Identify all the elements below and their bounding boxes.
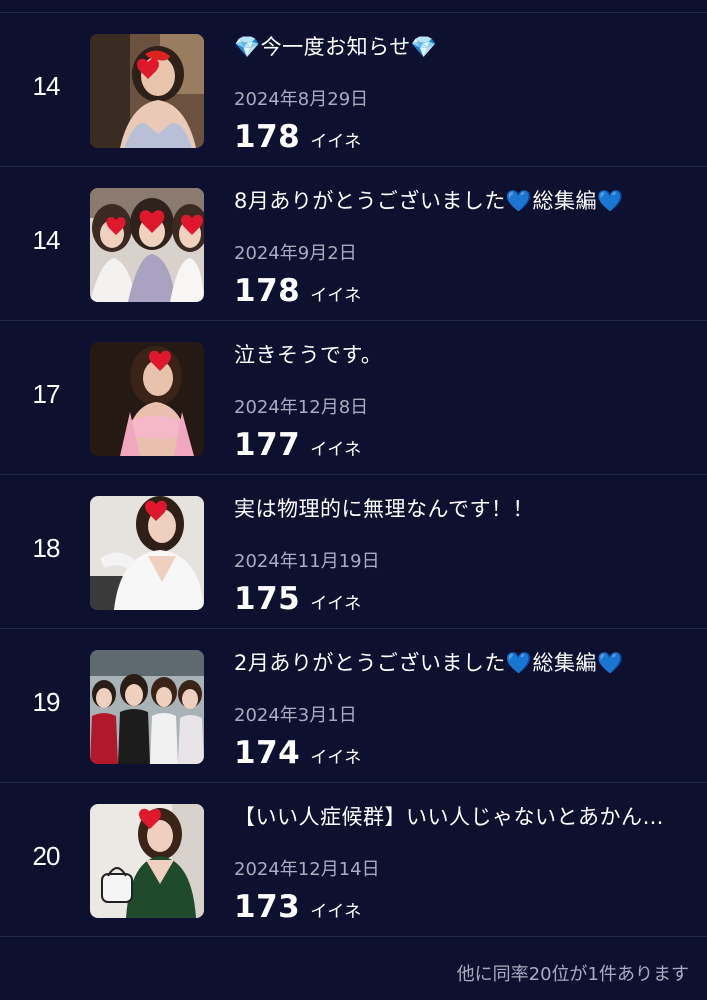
post-date: 2024年11月19日 (234, 551, 380, 572)
post-title[interactable]: 💎今一度お知らせ💎 (234, 31, 694, 61)
thumbnail-photo (90, 804, 204, 918)
post-date: 2024年3月1日 (234, 705, 357, 726)
thumbnail-photo (90, 188, 204, 302)
likes-unit: イイネ (310, 748, 362, 768)
post-title[interactable]: 2月ありがとうございました💙総集編💙 (234, 647, 694, 677)
tie-note: 他に同率20位が1件あります (456, 964, 689, 985)
ranking-row[interactable]: 17 泣きそうです。 2024年12月8日 177 イイネ (0, 321, 707, 475)
ranking-list: 14 💎今一度お知らせ💎 2024年8月29日 178 イイネ 14 8月ありが… (0, 13, 707, 937)
post-thumbnail[interactable] (90, 188, 204, 302)
ranking-row[interactable]: 20 【いい人症候群】いい人じゃないとあかん… 2024年12月14日 173 … (0, 783, 707, 937)
post-thumbnail[interactable] (90, 496, 204, 610)
post-title[interactable]: 泣きそうです。 (234, 339, 694, 369)
rank-number: 18 (32, 533, 61, 563)
likes-count: 175 (234, 581, 301, 617)
likes-count: 178 (234, 119, 301, 155)
likes: 173 イイネ (234, 889, 361, 925)
post-date: 2024年8月29日 (234, 89, 369, 110)
post-thumbnail[interactable] (90, 804, 204, 918)
post-date: 2024年9月2日 (234, 243, 357, 264)
thumbnail-photo (90, 496, 204, 610)
thumbnail-photo (90, 650, 204, 764)
post-title[interactable]: 8月ありがとうございました💙総集編💙 (234, 185, 694, 215)
post-title[interactable]: 【いい人症候群】いい人じゃないとあかん… (234, 801, 694, 831)
ranking-row[interactable]: 14 8月ありがとうございました💙総集編💙 2024年9月2日 178 イイネ (0, 167, 707, 321)
post-date: 2024年12月8日 (234, 397, 369, 418)
rank-number: 20 (32, 841, 61, 871)
post-date: 2024年12月14日 (234, 859, 380, 880)
thumbnail-photo (90, 342, 204, 456)
likes-count: 178 (234, 273, 301, 309)
rank-number: 14 (32, 225, 61, 255)
likes: 177 イイネ (234, 427, 361, 463)
post-thumbnail[interactable] (90, 342, 204, 456)
likes: 175 イイネ (234, 581, 361, 617)
post-thumbnail[interactable] (90, 650, 204, 764)
likes: 178 イイネ (234, 273, 361, 309)
rank-number: 19 (32, 687, 61, 717)
likes-count: 174 (234, 735, 301, 771)
likes: 178 イイネ (234, 119, 361, 155)
rank-number: 17 (32, 379, 61, 409)
post-title[interactable]: 実は物理的に無理なんです！！ (234, 493, 694, 523)
likes: 174 イイネ (234, 735, 361, 771)
ranking-row[interactable]: 14 💎今一度お知らせ💎 2024年8月29日 178 イイネ (0, 13, 707, 167)
likes-count: 173 (234, 889, 301, 925)
post-thumbnail[interactable] (90, 34, 204, 148)
likes-unit: イイネ (310, 440, 362, 460)
rank-number: 14 (32, 71, 61, 101)
likes-unit: イイネ (310, 902, 362, 922)
likes-unit: イイネ (310, 594, 362, 614)
ranking-row[interactable]: 19 2月ありがとうございました💙総集編💙 2024年3月1日 174 イイネ (0, 629, 707, 783)
thumbnail-photo (90, 34, 204, 148)
ranking-row[interactable]: 18 実は物理的に無理なんです！！ 2024年11月19日 175 イイネ (0, 475, 707, 629)
likes-unit: イイネ (310, 132, 362, 152)
likes-unit: イイネ (310, 286, 362, 306)
likes-count: 177 (234, 427, 301, 463)
